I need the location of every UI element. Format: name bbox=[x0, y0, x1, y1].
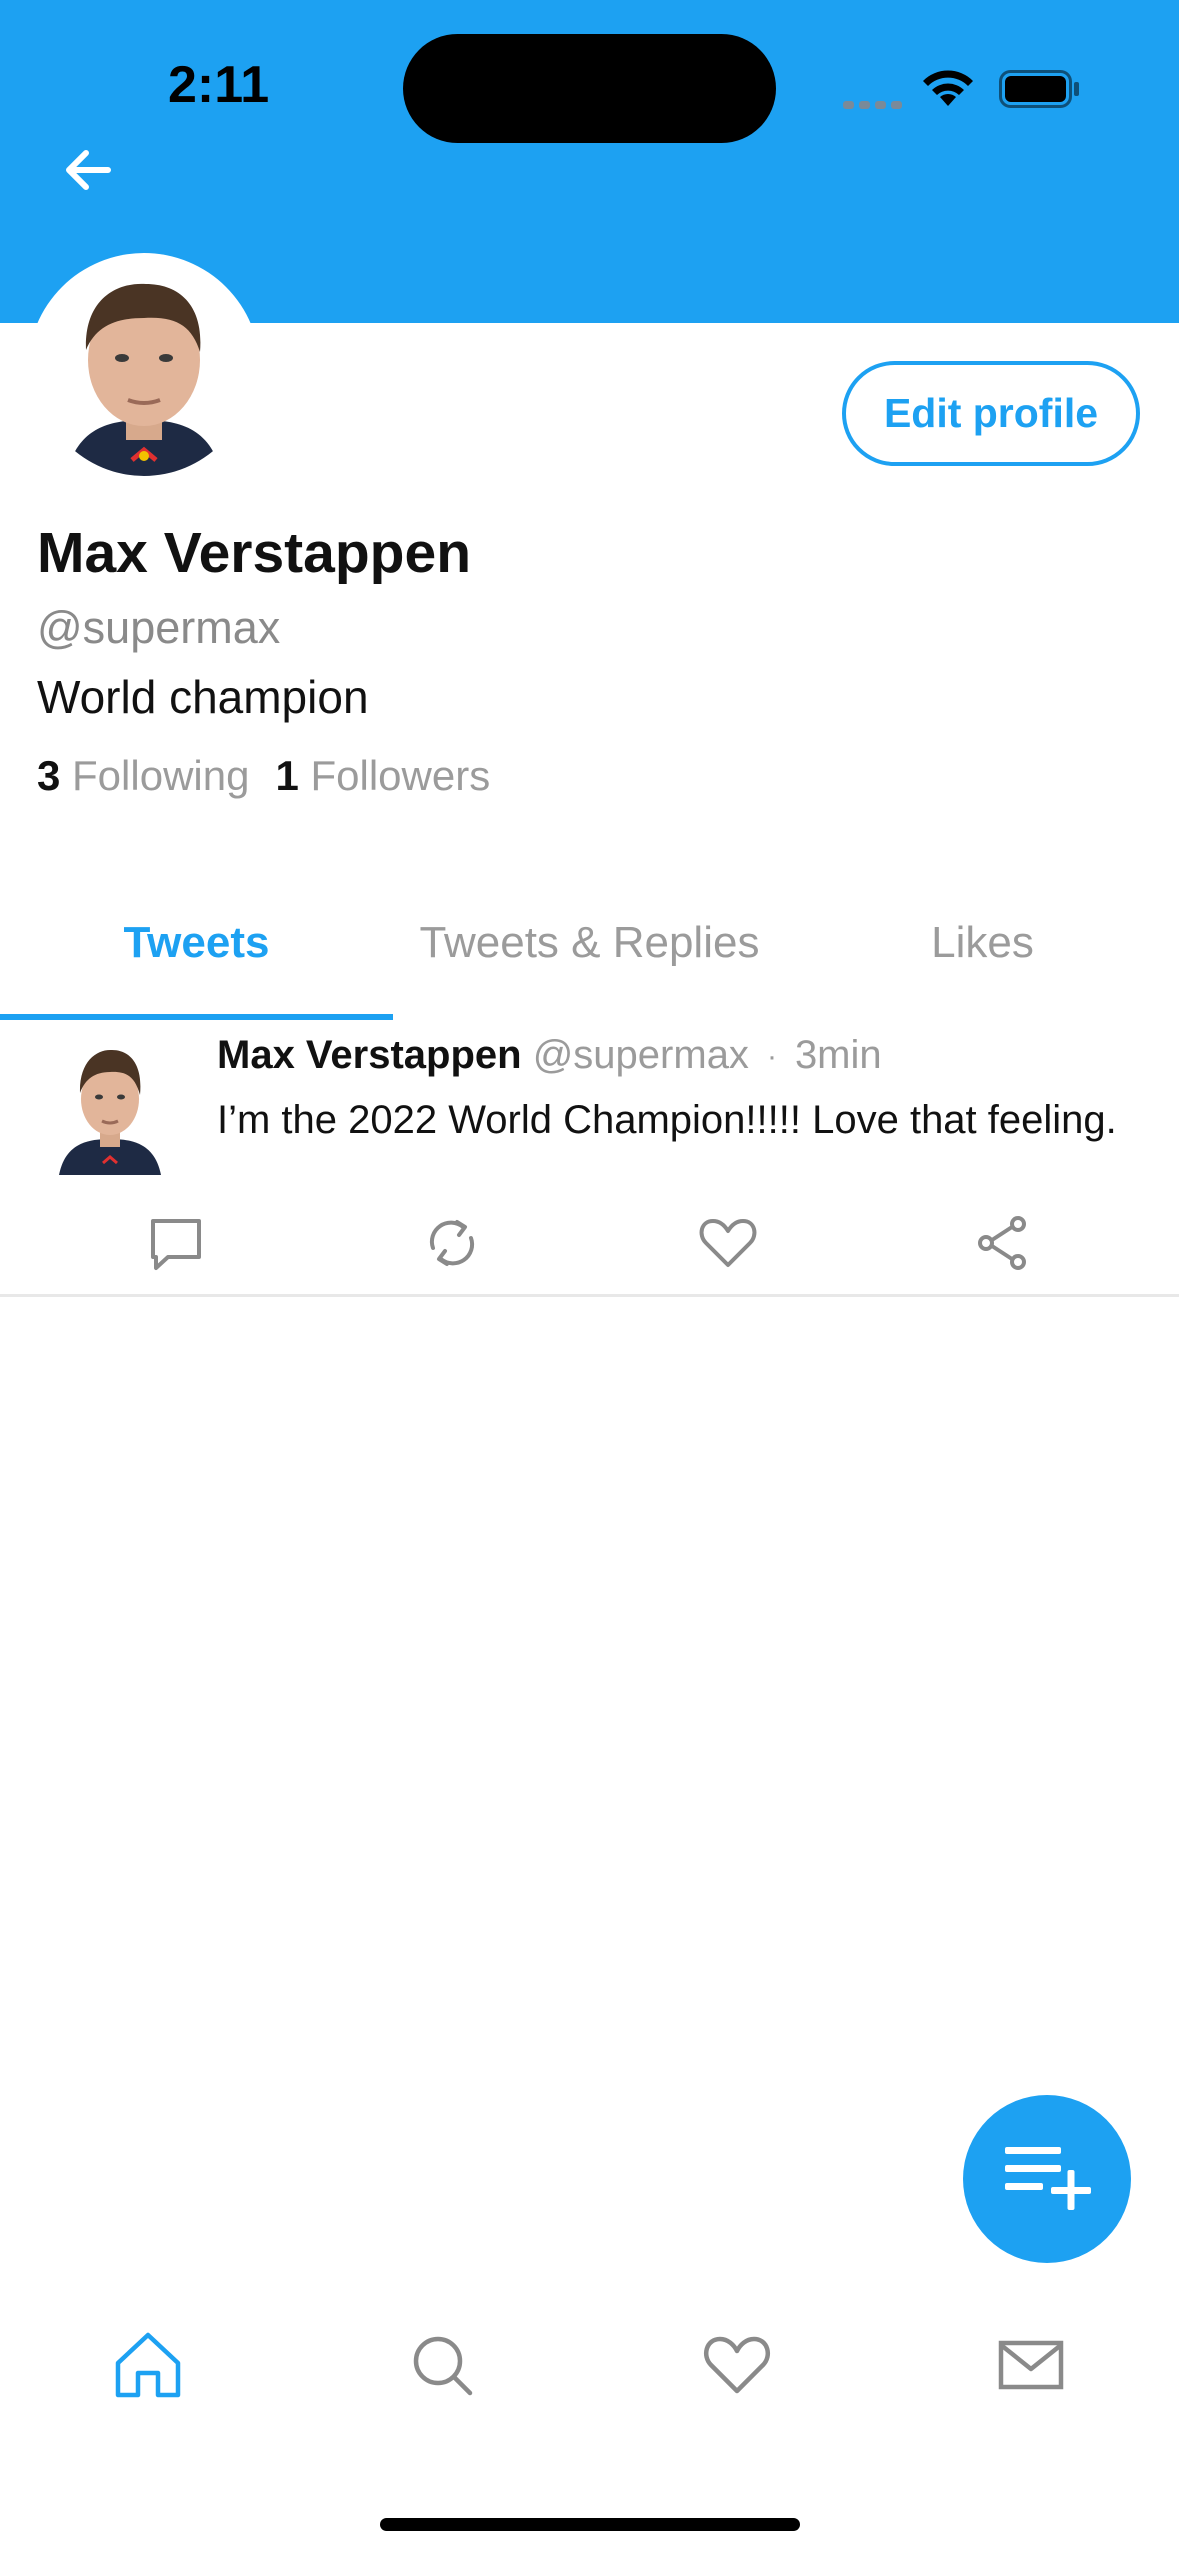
nav-search[interactable] bbox=[404, 2327, 480, 2403]
compose-tweet-button[interactable] bbox=[963, 2095, 1131, 2263]
arrow-left-icon bbox=[66, 150, 111, 190]
profile-bio: World champion bbox=[37, 671, 369, 723]
tweet-handle: @supermax bbox=[532, 1033, 749, 1077]
nav-messages[interactable] bbox=[993, 2327, 1069, 2403]
like-button[interactable] bbox=[695, 1210, 761, 1276]
retweet-icon bbox=[429, 1220, 475, 1266]
tweet-author[interactable]: Max Verstappen bbox=[217, 1033, 522, 1077]
follow-stats: 3 Following 1 Followers bbox=[37, 752, 490, 800]
dynamic-island bbox=[403, 34, 776, 143]
back-button[interactable] bbox=[58, 140, 128, 210]
tab-likes[interactable]: Likes bbox=[786, 918, 1179, 978]
following-link[interactable]: 3 Following bbox=[37, 752, 249, 799]
tweet-divider bbox=[0, 1294, 1179, 1297]
heart-icon bbox=[699, 1219, 757, 1267]
share-icon bbox=[978, 1216, 1026, 1270]
heart-icon bbox=[703, 2336, 771, 2394]
comment-icon bbox=[151, 1219, 201, 1270]
tweet-header: Max Verstappen @supermax · 3min bbox=[217, 1033, 882, 1078]
tab-tweets-and-replies[interactable]: Tweets & Replies bbox=[393, 918, 786, 978]
wifi-icon bbox=[920, 66, 976, 108]
cellular-signal-icon bbox=[843, 96, 907, 109]
profile-avatar[interactable] bbox=[36, 260, 252, 476]
share-button[interactable] bbox=[970, 1210, 1036, 1276]
profile-display-name: Max Verstappen bbox=[37, 521, 472, 585]
following-count: 3 bbox=[37, 752, 61, 799]
tweet-separator: · bbox=[766, 1040, 777, 1074]
followers-link[interactable]: 1 Followers bbox=[275, 752, 490, 799]
home-icon bbox=[115, 2332, 181, 2398]
tweet-avatar[interactable] bbox=[55, 1035, 165, 1175]
search-icon bbox=[413, 2336, 473, 2396]
followers-label: Followers bbox=[310, 752, 491, 799]
tweet-time: 3min bbox=[794, 1033, 882, 1077]
tab-tweets[interactable]: Tweets bbox=[0, 918, 393, 978]
comment-button[interactable] bbox=[144, 1210, 210, 1276]
playlist-add-icon bbox=[1005, 2147, 1091, 2210]
retweet-button[interactable] bbox=[419, 1210, 485, 1276]
edit-profile-button[interactable]: Edit profile bbox=[842, 361, 1140, 466]
tweet-text: I’m the 2022 World Champion!!!!! Love th… bbox=[217, 1098, 1117, 1142]
status-time: 2:11 bbox=[168, 56, 270, 114]
battery-icon bbox=[999, 70, 1081, 108]
profile-handle: @supermax bbox=[37, 602, 281, 653]
active-tab-indicator bbox=[0, 1014, 393, 1020]
nav-home[interactable] bbox=[110, 2327, 186, 2403]
following-label: Following bbox=[72, 752, 250, 799]
mail-icon bbox=[998, 2340, 1064, 2390]
nav-likes[interactable] bbox=[699, 2327, 775, 2403]
followers-count: 1 bbox=[275, 752, 299, 799]
home-indicator[interactable] bbox=[380, 2518, 800, 2531]
